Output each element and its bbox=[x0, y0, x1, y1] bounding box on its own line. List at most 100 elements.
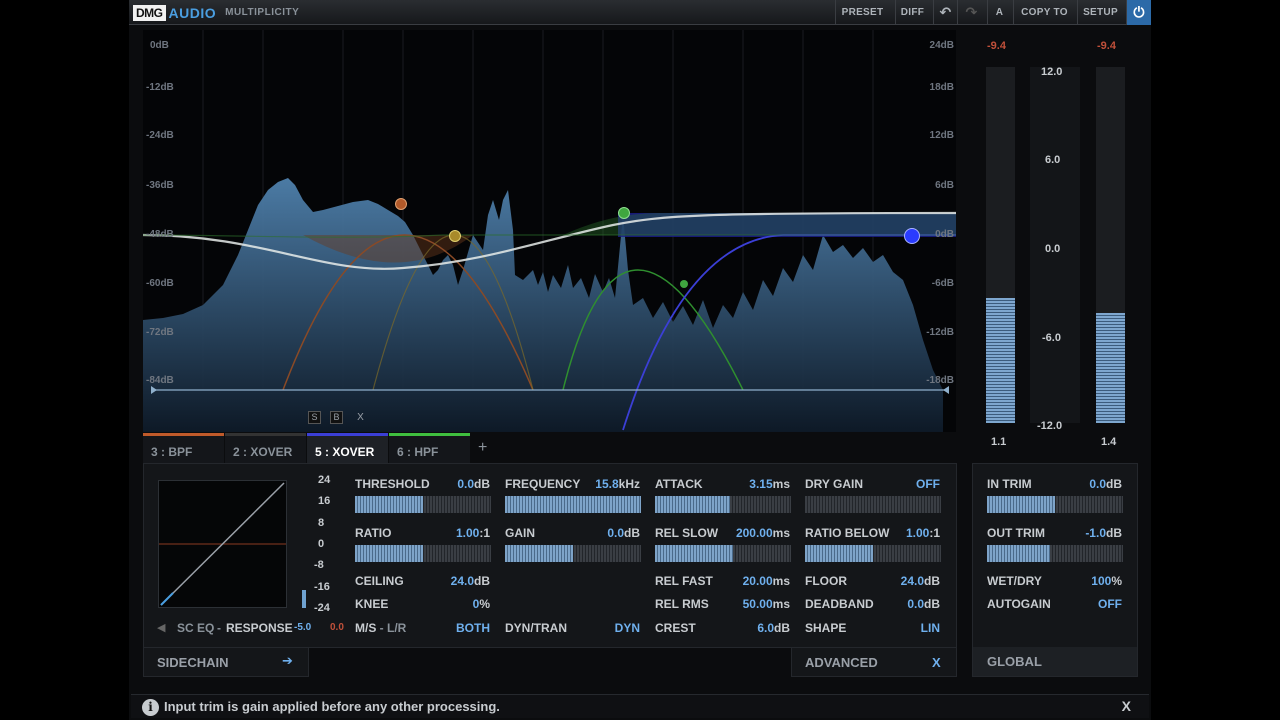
sidechain-button[interactable]: SIDECHAIN bbox=[157, 655, 229, 670]
out-trim-slider[interactable] bbox=[987, 545, 1123, 562]
tab-band-3[interactable]: 3 : BPF bbox=[143, 433, 224, 463]
ratio-slider-fill bbox=[355, 545, 423, 562]
ratio-below-value: 1.00 bbox=[905, 526, 930, 540]
right-scale-label: 12dB bbox=[929, 130, 954, 141]
undo-icon[interactable]: ↶ bbox=[933, 0, 957, 25]
floor-label: FLOOR bbox=[805, 574, 847, 588]
gain-slider-fill bbox=[505, 545, 573, 562]
input-meter-fill bbox=[986, 298, 1015, 423]
global-button[interactable]: GLOBAL bbox=[987, 654, 1042, 669]
dyntran-label: DYN/TRAN bbox=[505, 621, 567, 635]
output-meter bbox=[1096, 67, 1125, 423]
in-trim-unit: dB bbox=[1106, 477, 1122, 491]
band4-node[interactable] bbox=[449, 230, 461, 242]
attack-value-wrap: 3.15ms bbox=[749, 477, 790, 491]
ratio-unit: :1 bbox=[479, 526, 490, 540]
dry-gain-slider[interactable] bbox=[805, 496, 941, 513]
right-scale-label: 0dB bbox=[935, 229, 954, 240]
tab-band-6[interactable]: 6 : HPF bbox=[389, 433, 470, 463]
rel-fast-value: 20.00 bbox=[742, 574, 773, 588]
rel-slow-slider-fill bbox=[655, 545, 733, 562]
knee-label: KNEE bbox=[355, 597, 389, 611]
transfer-scale-label: -8 bbox=[314, 559, 324, 571]
preset-button[interactable]: PRESET bbox=[835, 0, 889, 25]
diff-button[interactable]: DIFF bbox=[895, 0, 929, 25]
crest-value-wrap: 6.0dB bbox=[757, 621, 790, 635]
band6-node[interactable] bbox=[904, 228, 920, 244]
right-scale-label: -12dB bbox=[926, 327, 954, 338]
crest-value: 6.0 bbox=[757, 621, 774, 635]
info-icon: i bbox=[142, 699, 159, 716]
threshold-slider[interactable] bbox=[355, 496, 491, 513]
level-meters: -9.4 -9.4 12.0 6.0 0.0 -6.0 -12.0 1.1 1.… bbox=[975, 30, 1135, 450]
tab-band-2[interactable]: 2 : XOVER bbox=[225, 433, 306, 463]
status-close-button[interactable]: X bbox=[1122, 698, 1131, 714]
ab-button[interactable]: A bbox=[987, 0, 1011, 25]
left-scale-label: -60dB bbox=[146, 278, 174, 289]
band5-node[interactable] bbox=[618, 207, 630, 219]
gain-slider[interactable] bbox=[505, 545, 641, 562]
ms-value: BOTH bbox=[456, 621, 490, 635]
attack-unit: ms bbox=[772, 477, 790, 491]
ratio-label: RATIO bbox=[355, 526, 392, 540]
advanced-close-button[interactable]: X bbox=[932, 655, 941, 670]
wet-dry-value-wrap: 100% bbox=[1091, 574, 1122, 588]
response-value-2: 0.0 bbox=[330, 622, 344, 633]
speaker-icon[interactable]: ◀ bbox=[157, 621, 165, 634]
attack-value: 3.15 bbox=[749, 477, 773, 491]
left-scale-label: -84dB bbox=[146, 375, 174, 386]
attack-slider[interactable] bbox=[655, 496, 791, 513]
rel-rms-unit: ms bbox=[772, 597, 790, 611]
left-scale-label: -48dB bbox=[146, 229, 174, 240]
ratio-value: 1.00 bbox=[455, 526, 480, 540]
right-scale-label: 24dB bbox=[929, 40, 954, 51]
ms-label: M/S bbox=[355, 621, 377, 635]
in-trim-slider[interactable] bbox=[987, 496, 1123, 513]
ratio-below-slider[interactable] bbox=[805, 545, 941, 562]
scale-label: -12.0 bbox=[1037, 420, 1063, 432]
in-trim-value-wrap: 0.0dB bbox=[1089, 477, 1122, 491]
peak-right: -9.4 bbox=[1097, 40, 1116, 52]
remove-band-button[interactable]: X bbox=[354, 411, 367, 424]
rel-slow-slider[interactable] bbox=[655, 545, 791, 562]
right-scale-label: 18dB bbox=[929, 82, 954, 93]
rel-rms-value: 50.00 bbox=[742, 597, 773, 611]
threshold-value: 0.0 bbox=[457, 477, 474, 491]
add-band-button[interactable]: + bbox=[478, 439, 487, 457]
ratio-slider[interactable] bbox=[355, 545, 491, 562]
solo-button[interactable]: S bbox=[308, 411, 321, 424]
status-message: Input trim is gain applied before any ot… bbox=[164, 699, 500, 714]
band5-crossover-node[interactable] bbox=[680, 280, 688, 288]
right-scale-label: -18dB bbox=[926, 375, 954, 386]
advanced-button[interactable]: ADVANCED bbox=[805, 655, 878, 670]
right-scale-label: -6dB bbox=[931, 278, 954, 289]
floor-unit: dB bbox=[924, 574, 940, 588]
ms-label-wrap: M/S - L/R bbox=[355, 621, 407, 635]
threshold-slider-fill bbox=[355, 496, 423, 513]
left-scale-label: -24dB bbox=[146, 130, 174, 141]
redo-icon[interactable]: ↷ bbox=[957, 0, 985, 25]
sc-separator: - bbox=[217, 621, 221, 635]
setup-button[interactable]: SETUP bbox=[1077, 0, 1123, 25]
bypass-button[interactable]: B bbox=[330, 411, 343, 424]
ratio-below-unit: :1 bbox=[929, 526, 940, 540]
sc-eq-label[interactable]: SC EQ bbox=[177, 621, 214, 635]
tab-band-5[interactable]: 5 : XOVER bbox=[307, 433, 388, 463]
eq-graph-svg bbox=[143, 30, 956, 432]
transfer-scale-label: 24 bbox=[318, 474, 331, 486]
copy-to-button[interactable]: COPY TO bbox=[1013, 0, 1075, 25]
gain-value-wrap: 0.0dB bbox=[607, 526, 640, 540]
response-label[interactable]: RESPONSE bbox=[226, 621, 293, 635]
product-name: MULTIPLICITY bbox=[225, 7, 300, 18]
rel-slow-value-wrap: 200.00ms bbox=[736, 526, 790, 540]
threshold-value-wrap: 0.0dB bbox=[457, 477, 490, 491]
gain-value: 0.0 bbox=[607, 526, 624, 540]
band3-node[interactable] bbox=[395, 198, 407, 210]
frequency-slider[interactable] bbox=[505, 496, 641, 513]
brand-dmg: DMG bbox=[133, 4, 166, 21]
arrow-right-icon[interactable]: ➔ bbox=[282, 653, 293, 669]
scale-label: 12.0 bbox=[1041, 66, 1063, 78]
eq-graph[interactable]: 0dB -12dB -24dB -36dB -48dB -60dB -72dB … bbox=[143, 30, 956, 432]
transfer-scale-label: -24 bbox=[314, 602, 330, 614]
power-icon[interactable]: ⏻ bbox=[1126, 0, 1151, 25]
